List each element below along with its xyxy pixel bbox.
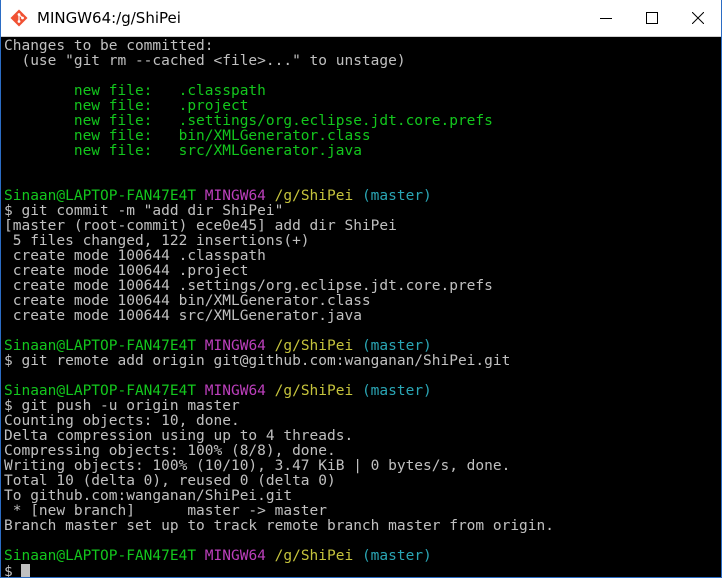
window-controls — [583, 0, 721, 36]
prompt-branch: (master) — [361, 383, 432, 399]
prompt-branch: (master) — [361, 548, 432, 564]
text-cursor — [21, 564, 31, 577]
staged-file-line: new file: src/XMLGenerator.java — [4, 143, 362, 159]
command-line: $ git push -u origin master — [4, 398, 240, 414]
output-line: To github.com:wanganan/ShiPei.git — [4, 488, 293, 504]
command-line: $ git commit -m "add dir ShiPei" — [4, 203, 284, 219]
staged-file-line: new file: .classpath — [4, 83, 266, 99]
output-line: create mode 100644 bin/XMLGenerator.clas… — [4, 293, 371, 309]
prompt-env: MINGW64 — [204, 338, 266, 354]
maximize-icon — [646, 12, 658, 24]
minimize-button[interactable] — [583, 0, 629, 36]
staged-file-line: new file: .project — [4, 98, 249, 114]
prompt-env: MINGW64 — [204, 188, 266, 204]
window-title: MINGW64:/g/ShiPei — [37, 9, 181, 27]
staged-file-line: new file: bin/XMLGenerator.class — [4, 128, 371, 144]
prompt-user: Sinaan@LAPTOP-FAN47E4T — [4, 383, 197, 399]
prompt-line: Sinaan@LAPTOP-FAN47E4T MINGW64 /g/ShiPei… — [4, 189, 721, 204]
close-button[interactable] — [675, 0, 721, 36]
terminal-window: MINGW64:/g/ShiPei Changes to be committe… — [0, 0, 722, 578]
prompt-symbol: $ — [4, 564, 13, 578]
prompt-line: Sinaan@LAPTOP-FAN47E4T MINGW64 /g/ShiPei… — [4, 549, 721, 564]
output-line: create mode 100644 .project — [4, 263, 249, 279]
git-bash-icon — [10, 9, 28, 27]
prompt-line: Sinaan@LAPTOP-FAN47E4T MINGW64 /g/ShiPei… — [4, 339, 721, 354]
status-hint: (use "git rm --cached <file>..." to unst… — [4, 53, 406, 69]
output-line: Compressing objects: 100% (8/8), done. — [4, 443, 336, 459]
input-line[interactable]: $ — [4, 564, 721, 578]
output-line: create mode 100644 src/XMLGenerator.java — [4, 308, 362, 324]
prompt-env: MINGW64 — [204, 383, 266, 399]
terminal-output[interactable]: Changes to be committed: (use "git rm --… — [1, 37, 721, 577]
prompt-path: /g/ShiPei — [274, 338, 354, 354]
title-bar[interactable]: MINGW64:/g/ShiPei — [1, 0, 721, 37]
command-line: $ git remote add origin git@github.com:w… — [4, 353, 511, 369]
output-line: Writing objects: 100% (10/10), 3.47 KiB … — [4, 458, 511, 474]
staged-file-line: new file: .settings/org.eclipse.jdt.core… — [4, 113, 493, 129]
prompt-env: MINGW64 — [204, 548, 266, 564]
output-line: Branch master set up to track remote bra… — [4, 518, 554, 534]
prompt-path: /g/ShiPei — [274, 383, 354, 399]
output-line: * [new branch] master -> master — [4, 503, 328, 519]
prompt-path: /g/ShiPei — [274, 188, 354, 204]
output-line: Total 10 (delta 0), reused 0 (delta 0) — [4, 473, 336, 489]
output-line: [master (root-commit) ece0e45] add dir S… — [4, 218, 397, 234]
status-header: Changes to be committed: — [4, 38, 214, 54]
prompt-path: /g/ShiPei — [274, 548, 354, 564]
minimize-icon — [600, 18, 612, 19]
output-line: Delta compression using up to 4 threads. — [4, 428, 354, 444]
close-icon — [692, 12, 704, 24]
prompt-user: Sinaan@LAPTOP-FAN47E4T — [4, 338, 197, 354]
prompt-user: Sinaan@LAPTOP-FAN47E4T — [4, 188, 197, 204]
prompt-user: Sinaan@LAPTOP-FAN47E4T — [4, 548, 197, 564]
prompt-line: Sinaan@LAPTOP-FAN47E4T MINGW64 /g/ShiPei… — [4, 384, 721, 399]
output-line: create mode 100644 .classpath — [4, 248, 266, 264]
prompt-branch: (master) — [361, 338, 432, 354]
output-line: Counting objects: 10, done. — [4, 413, 240, 429]
output-line: 5 files changed, 122 insertions(+) — [4, 233, 310, 249]
maximize-button[interactable] — [629, 0, 675, 36]
output-line: create mode 100644 .settings/org.eclipse… — [4, 278, 493, 294]
prompt-branch: (master) — [361, 188, 432, 204]
